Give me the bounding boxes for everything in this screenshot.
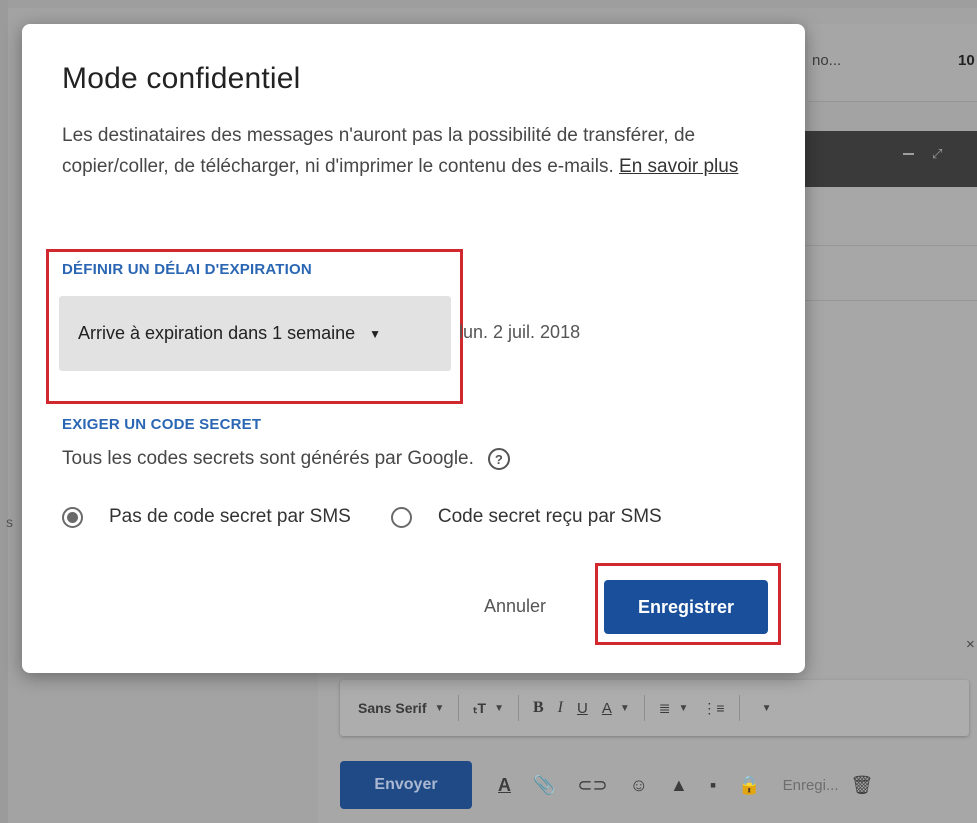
emoji-icon: ☺ [629, 774, 648, 795]
dialog-title: Mode confidentiel [62, 62, 301, 95]
confidential-mode-dialog: Mode confidentiel Les destinataires des … [22, 24, 805, 673]
underline-button: U [576, 699, 588, 717]
numbered-list-icon: ⋮≡ [702, 699, 725, 716]
link-icon: ⊂⊃ [577, 774, 608, 795]
chevron-down-icon: ▼ [761, 702, 772, 714]
radio-selected-dot [67, 511, 78, 523]
side-letter: s [6, 514, 13, 530]
chevron-down-icon: ▼ [369, 326, 382, 341]
cancel-button[interactable]: Annuler [474, 590, 556, 623]
text-color-icon: A [601, 699, 612, 717]
expiry-dropdown[interactable]: Arrive à expiration dans 1 semaine ▼ [59, 296, 451, 371]
photo-icon: ▪ [709, 774, 717, 795]
overlay-left-strip [0, 0, 8, 823]
inbox-row-count: 10 [958, 52, 975, 69]
font-family-select: Sans Serif ▼ [358, 700, 444, 716]
compose-window-header [802, 131, 977, 187]
draft-status: Enregi... [782, 776, 839, 794]
toolbar-divider [643, 695, 645, 721]
italic-button: I [557, 699, 563, 716]
toolbar-divider [517, 695, 519, 721]
bold-button: B [532, 699, 544, 716]
secret-options: Pas de code secret par SMS Code secret r… [62, 506, 662, 528]
dialog-description: Les destinataires des messages n'auront … [62, 120, 782, 182]
minimize-icon [903, 153, 914, 155]
expand-icon: ⤢ [932, 146, 943, 161]
radio-no-sms[interactable] [62, 506, 83, 528]
font-size-select: ₜT ▼ [473, 700, 504, 717]
drive-icon: ▲ [669, 774, 688, 795]
overlay-top-strip [0, 0, 977, 8]
align-select: ≣ ▼ [659, 700, 689, 717]
formatting-toolbar: Sans Serif ▼ ₜT ▼ B I U A ▼ ≣ ▼ ⋮≡ ▼ [340, 680, 969, 736]
expiry-date: lun. 2 juil. 2018 [459, 322, 581, 342]
send-button: Envoyer [340, 761, 472, 809]
confidential-mode-icon: 🔒 [738, 774, 761, 795]
font-family-label: Sans Serif [358, 700, 427, 716]
radio-sms-label[interactable]: Code secret reçu par SMS [438, 506, 662, 528]
secret-description-text: Tous les codes secrets sont générés par … [62, 448, 474, 469]
secret-section-label: EXIGER UN CODE SECRET [62, 416, 262, 433]
align-left-icon: ≣ [658, 699, 671, 716]
expiry-section-label: DÉFINIR UN DÉLAI D'EXPIRATION [62, 261, 312, 278]
attachment-icon: 📎 [533, 774, 556, 795]
compose-divider [802, 245, 977, 246]
chevron-down-icon: ▼ [434, 702, 445, 714]
save-button[interactable]: Enregistrer [604, 580, 768, 634]
expiry-selected-value: Arrive à expiration dans 1 semaine [78, 323, 356, 343]
radio-no-sms-label[interactable]: Pas de code secret par SMS [109, 506, 351, 528]
text-color-select: A ▼ [602, 700, 630, 717]
secret-description: Tous les codes secrets sont générés par … [62, 448, 510, 470]
trash-icon: 🗑 [850, 774, 874, 795]
chevron-down-icon: ▼ [494, 702, 504, 714]
compose-actions: Envoyer A 📎 ⊂⊃ ☺ ▲ ▪ 🔒 Enregi... 🗑 [340, 760, 895, 810]
toolbar-divider [738, 695, 740, 721]
help-icon[interactable]: ? [487, 448, 510, 470]
chevron-down-icon: ▼ [678, 702, 689, 714]
radio-sms[interactable] [390, 506, 412, 528]
more-formatting-icon: ▼ [754, 703, 772, 714]
chevron-down-icon: ▼ [619, 702, 630, 714]
text-size-icon: ₜT [473, 699, 487, 716]
inbox-row-snippet: no... [812, 52, 842, 69]
learn-more-link[interactable]: En savoir plus [619, 156, 738, 177]
toolbar-divider [458, 695, 460, 721]
close-icon: × [966, 636, 975, 653]
dialog-description-text: Les destinataires des messages n'auront … [62, 125, 696, 177]
formatting-options-icon: A [498, 774, 511, 795]
compose-divider [802, 300, 977, 301]
